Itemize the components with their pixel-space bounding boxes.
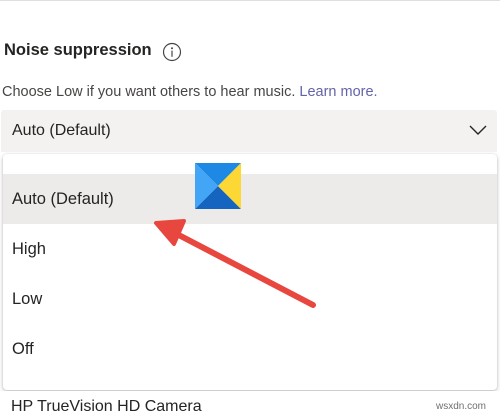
noise-suppression-description: Choose Low if you want others to hear mu…	[2, 84, 378, 100]
noise-suppression-dropdown: Auto (Default) High Low Off	[3, 154, 497, 390]
select-value: Auto (Default)	[12, 122, 111, 139]
option-auto-default[interactable]: Auto (Default)	[3, 174, 497, 224]
camera-device-label: HP TrueVision HD Camera	[11, 398, 202, 415]
noise-suppression-select[interactable]: Auto (Default)	[1, 110, 497, 152]
top-divider	[0, 0, 500, 1]
chevron-down-icon	[469, 125, 487, 135]
description-text: Choose Low if you want others to hear mu…	[2, 84, 296, 100]
site-watermark: wsxdn.com	[436, 401, 487, 412]
learn-more-link[interactable]: Learn more.	[299, 84, 377, 100]
option-high[interactable]: High	[3, 224, 497, 274]
info-icon[interactable]	[162, 42, 182, 62]
option-off[interactable]: Off	[3, 324, 497, 374]
camera-label-overlap	[0, 391, 500, 398]
option-low[interactable]: Low	[3, 274, 497, 324]
watermark-logo-icon	[195, 163, 241, 209]
noise-suppression-title: Noise suppression	[4, 41, 152, 59]
